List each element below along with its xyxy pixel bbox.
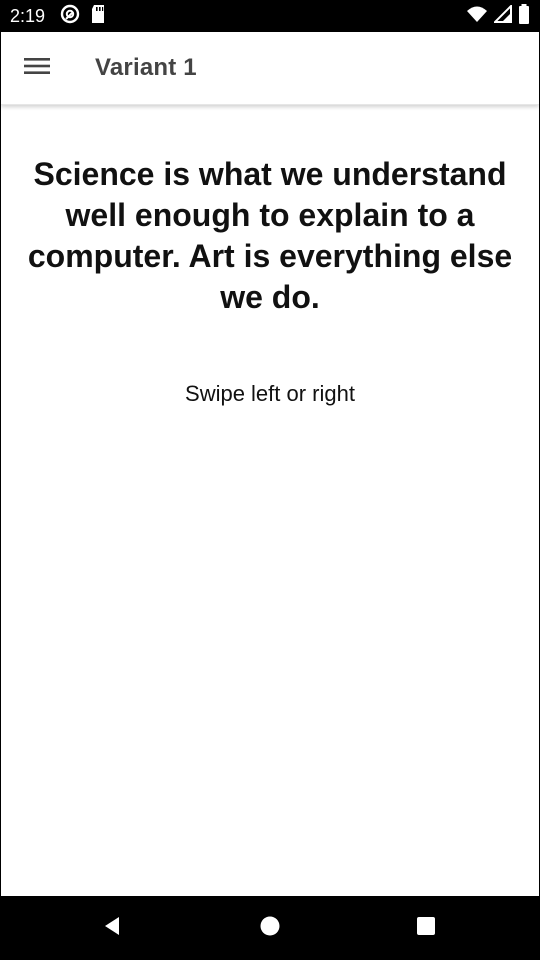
recents-button[interactable] <box>406 908 446 948</box>
swipe-hint: Swipe left or right <box>185 381 355 406</box>
status-time: 2:19 <box>10 6 46 26</box>
battery-icon <box>518 3 530 29</box>
phone-screen: 2:19 Variant 1 Science is what we unders… <box>0 0 540 960</box>
back-icon <box>101 915 123 942</box>
content-area[interactable]: Science is what we understand well enoug… <box>1 104 539 896</box>
menu-button[interactable] <box>13 44 61 92</box>
status-bar: 2:19 <box>0 0 540 32</box>
recents-icon <box>415 915 437 942</box>
page-title: Variant 1 <box>95 54 197 81</box>
quote-text: Science is what we understand well enoug… <box>27 156 513 315</box>
home-icon <box>259 915 281 942</box>
status-right-icons <box>466 3 530 29</box>
sync-icon <box>60 4 80 29</box>
home-button[interactable] <box>250 908 290 948</box>
sd-card-icon <box>90 4 106 29</box>
app-toolbar: Variant 1 <box>1 32 539 105</box>
signal-icon <box>492 3 512 28</box>
hamburger-menu-icon <box>24 56 50 81</box>
navigation-bar <box>0 896 540 960</box>
status-left-icons <box>60 4 106 29</box>
back-button[interactable] <box>92 908 132 948</box>
app-window: Variant 1 Science is what we understand … <box>1 32 539 896</box>
wifi-icon <box>466 5 488 28</box>
